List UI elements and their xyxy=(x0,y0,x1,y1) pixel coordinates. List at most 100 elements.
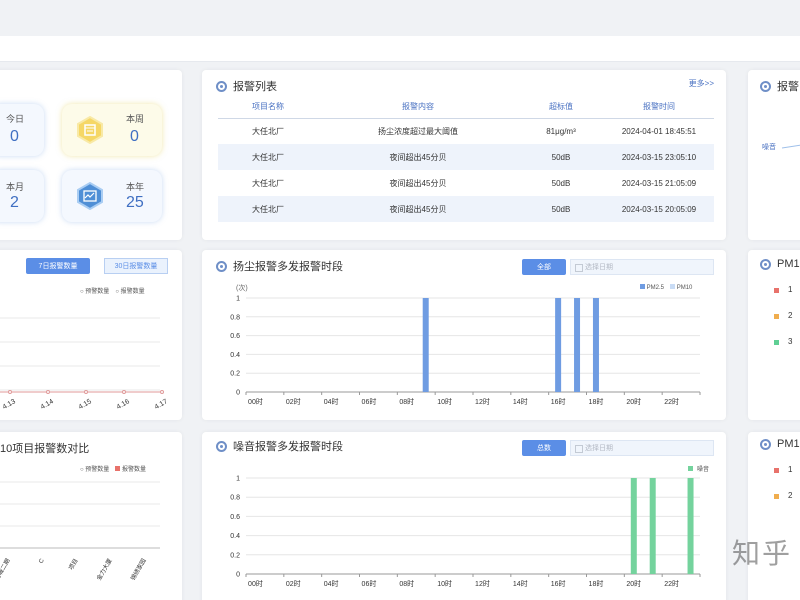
x-tick-label: 16时 xyxy=(551,397,566,406)
y-tick-label: 0.6 xyxy=(230,333,240,340)
x-tick-label: 锦绣家园 xyxy=(129,557,148,582)
pm-card-1-title-text: PM10 xyxy=(777,258,800,270)
y-tick-label: 0.2 xyxy=(230,552,240,559)
x-tick-label: 4.15 xyxy=(78,398,93,411)
cell: 夜间超出45分贝 xyxy=(318,170,518,196)
rank-marker xyxy=(774,340,779,345)
rank-marker xyxy=(774,314,779,319)
table-row[interactable]: 大任北厂 夜间超出45分贝 50dB 2024-03-15 20:05:09 xyxy=(218,196,714,222)
y-tick-label: 0.4 xyxy=(230,352,240,359)
bar xyxy=(422,298,429,392)
stat-week: 本周 0 xyxy=(62,104,162,156)
bar xyxy=(555,298,562,392)
rank-marker xyxy=(774,494,779,499)
y-tick-label: 0.8 xyxy=(230,314,240,321)
y-tick-label: 0 xyxy=(236,390,240,397)
x-tick-label: 00时 xyxy=(248,579,263,588)
x-tick-label: 02时 xyxy=(286,579,301,588)
x-tick-label: 18时 xyxy=(589,397,604,406)
y-axis-label: (次) xyxy=(236,283,248,292)
noise-chart: 0 0.2 0.4 0.6 0.8 1 00时 02时 04时 06时 08时 10时 12时 14时 16… xyxy=(230,476,701,588)
x-tick-label: 20时 xyxy=(626,579,641,588)
stat-year-label: 本年 xyxy=(126,182,145,192)
trend-point xyxy=(122,390,126,394)
cell: 50dB xyxy=(518,144,604,170)
bar xyxy=(592,298,599,392)
y-tick-label: 0.4 xyxy=(230,533,240,540)
table-row[interactable]: 大任北厂 扬尘浓度超过最大阈值 81μg/m³ 2024-04-01 18:45… xyxy=(218,118,714,144)
col-project: 项目名称 xyxy=(218,96,318,119)
x-tick-label: 10时 xyxy=(437,397,452,406)
cell: 大任北厂 xyxy=(218,170,318,196)
pm-card-2-title: PM10 xyxy=(760,438,800,450)
trend-point xyxy=(46,390,50,394)
cell: 扬尘浓度超过最大阈值 xyxy=(318,118,518,144)
y-tick-label: 0 xyxy=(236,572,240,579)
table-row[interactable]: 大任北厂 夜间超出45分贝 50dB 2024-03-15 23:05:10 xyxy=(218,144,714,170)
compare-card: 10项目报警数对比 ○ 预警数量 报警数量 雪力城二期 C 项目 金力大厦 锦绣家园 xyxy=(0,432,182,600)
trend-point xyxy=(160,390,164,394)
chart-icon xyxy=(76,182,104,210)
stats-card: 今日 0 本周 0 本月 2 本年 25 xyxy=(0,70,182,240)
rank-item: 1 xyxy=(788,285,793,294)
y-tick-label: 0.8 xyxy=(230,495,240,502)
col-time: 报警时间 xyxy=(604,96,714,119)
watermark: 知乎 xyxy=(731,537,792,570)
x-tick-label: 4.17 xyxy=(154,398,169,411)
stat-week-value: 0 xyxy=(130,128,139,145)
trend-chart: 4.13 4.14 4.15 4.16 4.17 xyxy=(0,317,169,411)
x-tick-label: 00时 xyxy=(248,397,263,406)
cell: 大任北厂 xyxy=(218,144,318,170)
target-icon xyxy=(216,80,227,92)
x-tick-label: 4.16 xyxy=(116,398,131,411)
x-tick-label: 18时 xyxy=(589,579,604,588)
x-tick-label: 12时 xyxy=(475,579,490,588)
x-tick-label: 04时 xyxy=(324,397,339,406)
y-tick-label: 0.6 xyxy=(230,514,240,521)
cell: 2024-03-15 20:05:09 xyxy=(604,196,714,222)
cell: 夜间超出45分贝 xyxy=(318,144,518,170)
col-value: 超标值 xyxy=(518,96,604,119)
stat-year: 本年 25 xyxy=(62,170,162,222)
right-top-line xyxy=(781,144,800,149)
cell: 81μg/m³ xyxy=(518,118,604,144)
dust-chart-card: 扬尘报警多发报警时段 全部 选择日期 PM2.5 PM10 (次) 0 0.2 0.4… xyxy=(202,250,726,420)
trend-point xyxy=(8,390,12,394)
rank-item: 2 xyxy=(788,311,793,320)
table-row[interactable]: 大任北厂 夜间超出45分贝 50dB 2024-03-15 21:05:09 xyxy=(218,170,714,196)
rank-item: 2 xyxy=(788,491,793,500)
col-content: 报警内容 xyxy=(318,96,518,119)
stat-month-label: 本月 xyxy=(6,182,25,192)
compare-x-ticks: 雪力城二期 C 项目 金力大厦 锦绣家园 xyxy=(0,557,148,587)
x-tick-label: 08时 xyxy=(399,397,414,406)
trend-point xyxy=(84,390,88,394)
rank-marker xyxy=(774,288,779,293)
dust-chart: (次) 0 0.2 0.4 0.6 0.8 1 00时 02时 04时 06时 08时 10时 12时 14… xyxy=(230,283,701,406)
x-tick-label: 16时 xyxy=(551,579,566,588)
bar xyxy=(687,478,694,574)
cell: 大任北厂 xyxy=(218,118,318,144)
x-tick-label: 04时 xyxy=(324,579,339,588)
rank-marker xyxy=(774,468,779,473)
right-top-card: 报警 噪音 xyxy=(748,70,800,240)
x-tick-label: 雪力城二期 xyxy=(0,557,12,587)
table-header: 项目名称 报警内容 超标值 报警时间 xyxy=(218,96,714,119)
x-tick-label: 06时 xyxy=(362,397,377,406)
x-tick-label: 22时 xyxy=(664,579,679,588)
target-icon xyxy=(760,258,771,270)
stat-today: 今日 0 xyxy=(0,104,44,156)
noise-chart-card: 噪音报警多发报警时段 总数 选择日期 噪音 0 0.2 0.4 0.6 0.8 1 00时 0… xyxy=(202,432,726,600)
calendar-icon xyxy=(76,116,104,144)
x-tick-label: 22时 xyxy=(664,397,679,406)
stat-today-value: 0 xyxy=(10,128,19,145)
cell: 50dB xyxy=(518,170,604,196)
alarm-list-card: 报警列表 更多>> 项目名称 报警内容 超标值 报警时间 大任北厂 扬尘浓度超过… xyxy=(202,70,726,240)
more-link[interactable]: 更多>> xyxy=(689,78,714,89)
target-icon xyxy=(760,438,771,450)
trend-card: 7日报警数量 30日报警数量 ○ 预警数量 ○ 报警数量 4.13 4.14 4.1… xyxy=(0,250,182,420)
trend-grid xyxy=(0,317,160,391)
cell: 2024-04-01 18:45:51 xyxy=(604,118,714,144)
cell: 2024-03-15 21:05:09 xyxy=(604,170,714,196)
x-tick-label: C xyxy=(38,557,46,564)
y-tick-label: 1 xyxy=(236,296,240,303)
